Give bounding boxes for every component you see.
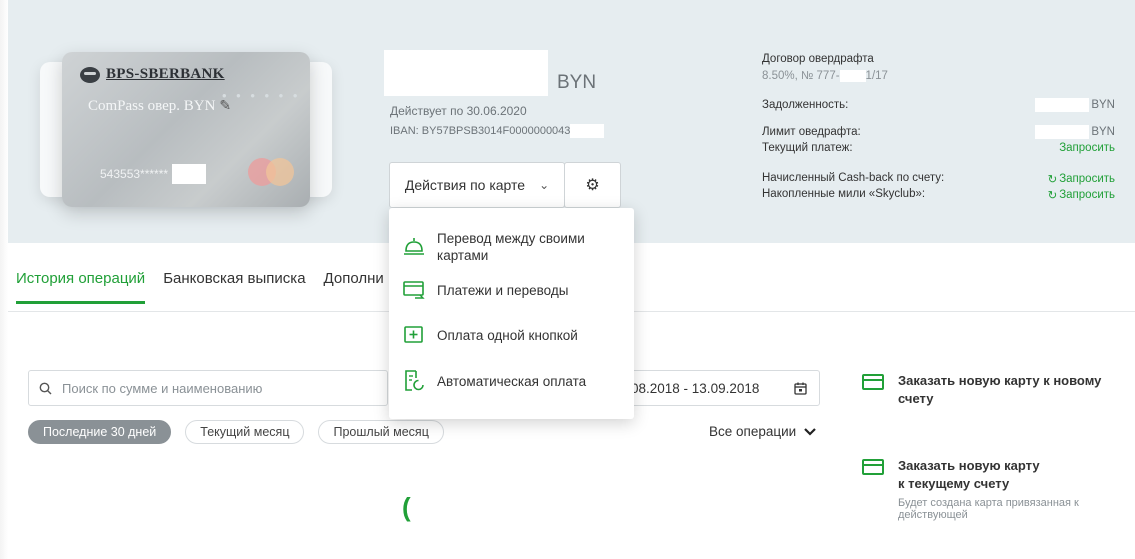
tabs: История операций Банковская выписка Допо… — [16, 270, 384, 304]
tab-additional[interactable]: Дополни — [324, 270, 384, 304]
calendar-icon — [794, 382, 807, 395]
card-actions-label: Действия по карте — [404, 177, 526, 193]
menu-item-one-click-pay[interactable]: Оплата одной кнопкой — [403, 325, 578, 345]
valid-until: Действует по 30.06.2020 — [390, 104, 527, 118]
menu-item-transfer-own-cards[interactable]: Перевод между своими картами — [403, 230, 607, 264]
card-name-text: ComPass овер. BYN — [88, 98, 216, 114]
order-card-new-account-title: Заказать новую карту к новому счету — [898, 373, 1102, 406]
all-operations-label: Все операции — [709, 424, 797, 439]
menu-item-payments[interactable]: Платежи и переводы — [403, 280, 568, 300]
balance-mask — [384, 50, 548, 96]
menu-item-auto-pay[interactable]: Автоматическая оплата — [403, 370, 586, 392]
debt-mask — [1035, 98, 1090, 112]
overdraft-number-mask — [839, 70, 866, 82]
date-range-value: 08.2018 - 13.09.2018 — [631, 380, 760, 396]
overdraft-subtitle-prefix: 8.50%, № 777- — [762, 70, 840, 82]
payment-label: Текущий платеж: — [762, 142, 853, 154]
bank-logo-icon — [80, 66, 100, 83]
card-icon — [862, 459, 884, 475]
all-operations-filter[interactable]: Все операции — [709, 424, 816, 439]
gear-icon: ⚙ — [585, 177, 600, 194]
iban-text: IBAN: BY57BPSB3014F0000000043 — [390, 125, 571, 137]
date-range-field[interactable]: 08.2018 - 13.09.2018 — [620, 370, 820, 406]
debt-label: Задолженность: — [762, 99, 849, 111]
iban: IBAN: BY57BPSB3014F0000000043 — [390, 124, 605, 138]
pencil-icon[interactable]: ✎ — [219, 99, 231, 114]
search-placeholder: Поиск по сумме и наименованию — [62, 380, 263, 396]
card-number: 543553****** — [100, 164, 207, 184]
plus-box-icon — [404, 326, 423, 343]
miles-label: Накопленные мили «Skyclub»: — [762, 188, 926, 200]
chevron-down-icon — [804, 427, 816, 436]
overdraft-subtitle: 8.50%, № 777- 1/17 — [762, 70, 888, 82]
limit-value: BYN — [1035, 125, 1115, 139]
card-dots: • • • • • • — [222, 88, 301, 103]
transfer-bell-icon — [404, 238, 424, 255]
overdraft-subtitle-suffix: 1/17 — [865, 70, 888, 82]
order-card-current-account[interactable]: Заказать новую карту к текущему счету Бу… — [862, 457, 1113, 521]
payments-icon — [403, 281, 425, 299]
left-edge — [0, 0, 8, 559]
limit-currency: BYN — [1091, 126, 1115, 138]
menu-item-label: Оплата одной кнопкой — [437, 327, 578, 343]
order-card-current-account-note: Будет создана карта привязанная к действ… — [898, 497, 1079, 521]
card-actions-button[interactable]: Действия по карте ⌄ — [389, 162, 565, 208]
limit-label: Лимит оведрафта: — [762, 126, 861, 138]
refresh-icon: ↻ — [1047, 190, 1058, 202]
card-icon — [862, 374, 884, 390]
refresh-icon: ↻ — [1047, 174, 1058, 186]
tab-history[interactable]: История операций — [16, 270, 146, 304]
miles-request-link[interactable]: ↻ Запросить — [1048, 188, 1115, 202]
menu-item-label: Автоматическая оплата — [437, 373, 587, 389]
iban-mask — [570, 124, 605, 138]
miles-request-label: Запросить — [1059, 189, 1115, 201]
settings-button[interactable]: ⚙ — [564, 162, 621, 208]
period-chips: Последние 30 дней Текущий месяц Прошлый … — [28, 420, 444, 444]
debt-currency: BYN — [1091, 99, 1115, 111]
payment-request-link[interactable]: Запросить — [1059, 142, 1115, 154]
card-actions-menu: Перевод между своими картами Платежи и п… — [389, 208, 634, 419]
bank-name: BPS-SBERBANK — [106, 66, 225, 82]
mastercard-logo — [248, 156, 300, 190]
menu-item-label: Платежи и переводы — [437, 282, 569, 298]
chip-previous-month[interactable]: Прошлый месяц — [318, 420, 444, 444]
card-number-prefix: 543553****** — [100, 167, 169, 181]
chevron-down-icon: ⌄ — [539, 178, 550, 192]
loading-spinner: ( — [402, 492, 411, 522]
card-name: ComPass овер. BYN ✎ — [88, 98, 231, 115]
search-input[interactable]: Поиск по сумме и наименованию — [28, 370, 388, 406]
bank-card[interactable]: • • • • • • BPS-SBERBANK ComPass овер. B… — [62, 52, 310, 207]
order-card-current-account-title-1: Заказать новую карту — [898, 458, 1040, 473]
auto-pay-icon — [405, 370, 424, 391]
tab-statement[interactable]: Банковская выписка — [163, 270, 305, 304]
order-card-new-account[interactable]: Заказать новую карту к новому счету — [862, 372, 1113, 408]
card-number-mask — [172, 164, 207, 184]
balance-currency: BYN — [557, 72, 597, 93]
cashback-request-link[interactable]: ↻ Запросить — [1048, 172, 1115, 186]
cashback-request-label: Запросить — [1059, 173, 1115, 185]
menu-item-label: Перевод между своими картами — [437, 231, 585, 263]
search-icon — [39, 382, 52, 394]
overdraft-title: Договор овердрафта — [762, 53, 874, 65]
cashback-label: Начисленный Cash-back по счету: — [762, 172, 945, 184]
order-card-current-account-title-2: к текущему счету — [898, 476, 1010, 491]
chip-last-30-days[interactable]: Последние 30 дней — [28, 420, 172, 444]
debt-value: BYN — [1035, 98, 1115, 112]
limit-mask — [1035, 125, 1090, 139]
bank-logo: BPS-SBERBANK — [80, 66, 225, 83]
chip-current-month[interactable]: Текущий месяц — [185, 420, 305, 444]
